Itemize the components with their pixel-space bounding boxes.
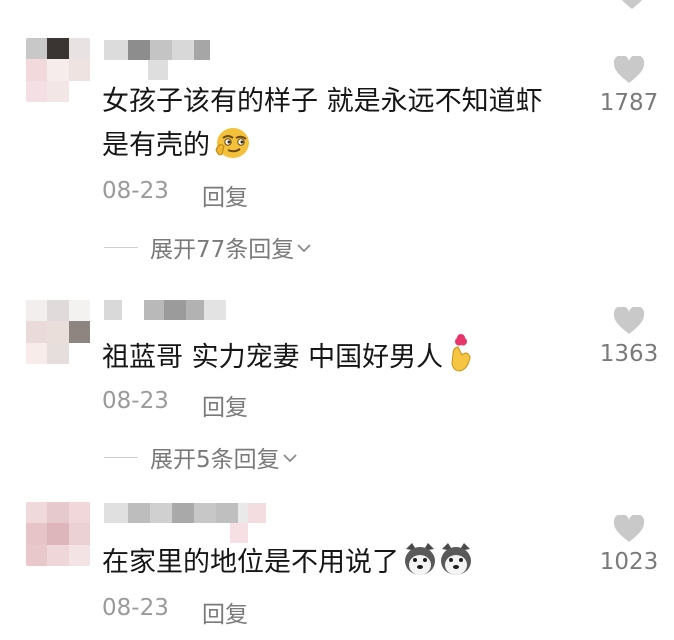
comment-date: 08-23 bbox=[102, 388, 169, 414]
expand-replies-label: 展开5条回复 bbox=[150, 447, 280, 473]
like-button[interactable]: 1363 bbox=[594, 305, 664, 367]
comment-item: 女孩子该有的样子 就是永远不知道虾 是有壳的 08-23 回复 展开77条回复 … bbox=[0, 0, 674, 280]
expand-replies-label: 展开77条回复 bbox=[150, 237, 295, 263]
chevron-down-icon bbox=[282, 444, 298, 470]
chevron-down-icon bbox=[296, 234, 312, 260]
avatar[interactable] bbox=[26, 300, 90, 364]
like-count: 1787 bbox=[599, 90, 659, 116]
heart-icon bbox=[616, 0, 648, 14]
comment-text: 祖蓝哥 实力宠妻 中国好男人 bbox=[102, 332, 602, 386]
divider-line bbox=[104, 246, 138, 248]
avatar[interactable] bbox=[26, 502, 90, 566]
comment-text: 女孩子该有的样子 就是永远不知道虾 是有壳的 bbox=[102, 80, 602, 174]
like-button[interactable]: 1787 bbox=[594, 54, 664, 116]
avatar[interactable] bbox=[26, 38, 90, 102]
finger-heart-emoji-icon bbox=[447, 332, 475, 386]
username-blurred bbox=[230, 523, 248, 543]
comment-date: 08-23 bbox=[102, 178, 169, 204]
like-count: 1363 bbox=[599, 341, 659, 367]
like-count: 1023 bbox=[599, 549, 659, 575]
username-blurred bbox=[148, 60, 168, 80]
username-blurred[interactable] bbox=[104, 300, 226, 320]
expand-replies-button[interactable]: 展开5条回复 bbox=[104, 440, 298, 474]
smirk-emoji-icon bbox=[214, 126, 250, 174]
reply-button[interactable]: 回复 bbox=[202, 178, 248, 212]
divider-line bbox=[104, 456, 138, 458]
username-blurred[interactable] bbox=[104, 503, 266, 523]
heart-icon bbox=[594, 513, 664, 547]
expand-replies-button[interactable]: 展开77条回复 bbox=[104, 230, 312, 264]
heart-icon bbox=[594, 305, 664, 339]
reply-button[interactable]: 回复 bbox=[202, 595, 248, 629]
comment-item: 在家里的地位是不用说了 08-23 回复 1023 bbox=[0, 485, 674, 640]
comment-item: 祖蓝哥 实力宠妻 中国好男人 08-23 回复 展开5条回复 1363 bbox=[0, 280, 674, 485]
heart-icon bbox=[594, 54, 664, 88]
comment-text: 在家里的地位是不用说了 bbox=[102, 541, 602, 591]
reply-button[interactable]: 回复 bbox=[202, 388, 248, 422]
username-blurred[interactable] bbox=[104, 40, 210, 60]
comment-date: 08-23 bbox=[102, 595, 169, 621]
like-button[interactable]: 1023 bbox=[594, 513, 664, 575]
husky-dog-emoji-icon bbox=[403, 541, 475, 591]
